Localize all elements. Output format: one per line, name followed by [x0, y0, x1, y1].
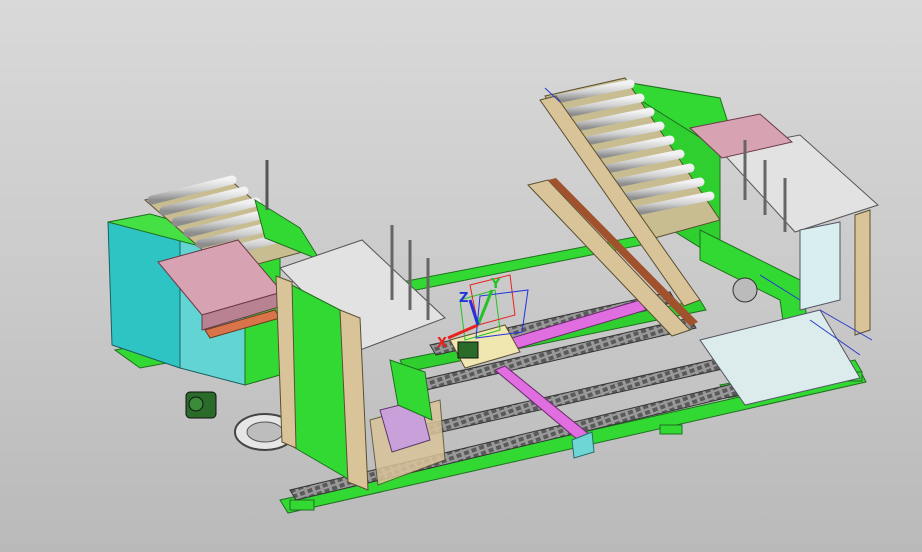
cad-3d-viewport[interactable]: X Y Z [0, 0, 922, 552]
motor-flange [188, 396, 204, 412]
triad-x-label: X [437, 336, 447, 351]
right-feed-unit [527, 77, 879, 406]
right-side-frame [854, 209, 871, 336]
foot-pad [289, 499, 315, 511]
drive-pulley [732, 277, 758, 303]
right-cyan-block [799, 221, 841, 311]
cyan-cabinet [107, 221, 181, 369]
foot-pad [659, 424, 683, 435]
machine-assembly-model[interactable]: X Y Z [0, 0, 922, 552]
carriage-motor [457, 341, 479, 359]
triad-y-label: Y [490, 277, 501, 292]
triad-z-label: Z [459, 291, 468, 306]
handwheel-hub [246, 421, 284, 443]
magenta-rail [494, 365, 591, 441]
